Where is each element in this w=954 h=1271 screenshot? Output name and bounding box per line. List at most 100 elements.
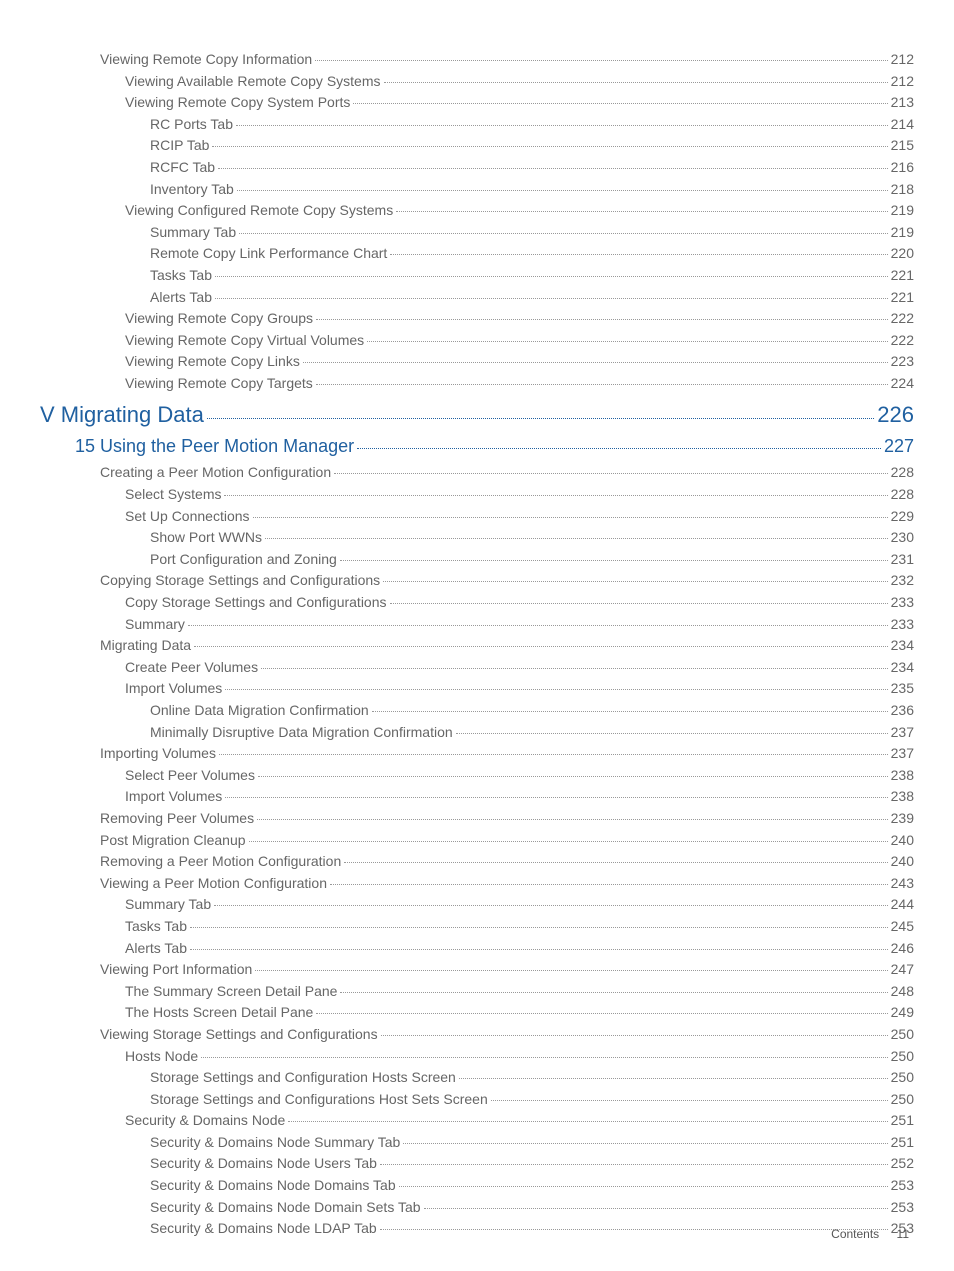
- toc-entry[interactable]: Migrating Data 234: [40, 636, 914, 656]
- toc-entry-page: 251: [891, 1111, 914, 1131]
- toc-entry[interactable]: Select Systems228: [40, 485, 914, 505]
- toc-entry[interactable]: Copying Storage Settings and Configurati…: [40, 571, 914, 591]
- toc-entry-title: Summary Tab: [125, 895, 211, 915]
- toc-entry-title: Viewing Storage Settings and Configurati…: [100, 1025, 378, 1045]
- toc-entry-title: Viewing Remote Copy Virtual Volumes: [125, 331, 364, 351]
- toc-entry[interactable]: Inventory Tab 218: [40, 180, 914, 200]
- toc-entry[interactable]: The Hosts Screen Detail Pane249: [40, 1003, 914, 1023]
- toc-entry-title: RC Ports Tab: [150, 115, 233, 135]
- toc-leader-dots: [253, 517, 888, 518]
- toc-entry-title: Inventory Tab: [150, 180, 234, 200]
- toc-entry[interactable]: Summary Tab 244: [40, 895, 914, 915]
- toc-entry[interactable]: Security & Domains Node Users Tab252: [40, 1154, 914, 1174]
- toc-entry[interactable]: Summary Tab219: [40, 223, 914, 243]
- toc-entry[interactable]: Post Migration Cleanup 240: [40, 831, 914, 851]
- toc-entry-title: Viewing Configured Remote Copy Systems: [125, 201, 393, 221]
- toc-entry-page: 247: [891, 960, 914, 980]
- toc-entry[interactable]: Set Up Connections229: [40, 507, 914, 527]
- toc-entry[interactable]: Viewing Remote Copy Virtual Volumes222: [40, 331, 914, 351]
- toc-entry-page: 250: [891, 1047, 914, 1067]
- toc-entry[interactable]: V Migrating Data226: [40, 400, 914, 431]
- toc-entry[interactable]: Viewing Port Information247: [40, 960, 914, 980]
- toc-entry[interactable]: Security & Domains Node Domain Sets Tab2…: [40, 1198, 914, 1218]
- toc-leader-dots: [224, 495, 887, 496]
- toc-entry[interactable]: Viewing Remote Copy Targets224: [40, 374, 914, 394]
- toc-entry[interactable]: Viewing Remote Copy Groups222: [40, 309, 914, 329]
- toc-entry-title: Hosts Node: [125, 1047, 198, 1067]
- toc-entry[interactable]: Import Volumes238: [40, 787, 914, 807]
- toc-entry[interactable]: Port Configuration and Zoning231: [40, 550, 914, 570]
- toc-entry[interactable]: Alerts Tab246: [40, 939, 914, 959]
- toc-entry[interactable]: Online Data Migration Confirmation236: [40, 701, 914, 721]
- toc-entry[interactable]: Show Port WWNs230: [40, 528, 914, 548]
- toc-entry-page: 219: [891, 201, 914, 221]
- toc-entry-page: 240: [891, 852, 914, 872]
- toc-entry-page: 234: [891, 658, 914, 678]
- toc-entry[interactable]: Remote Copy Link Performance Chart220: [40, 244, 914, 264]
- toc-leader-dots: [381, 1035, 888, 1036]
- toc-entry[interactable]: RC Ports Tab214: [40, 115, 914, 135]
- toc-entry[interactable]: The Summary Screen Detail Pane248: [40, 982, 914, 1002]
- toc-entry[interactable]: Create Peer Volumes234: [40, 658, 914, 678]
- toc-leader-dots: [316, 384, 888, 385]
- toc-entry-title: The Summary Screen Detail Pane: [125, 982, 337, 1002]
- toc-entry-page: 215: [891, 136, 914, 156]
- toc-entry[interactable]: Minimally Disruptive Data Migration Conf…: [40, 723, 914, 743]
- toc-entry-page: 250: [891, 1025, 914, 1045]
- toc-entry-page: 228: [891, 463, 914, 483]
- toc-entry[interactable]: Viewing Remote Copy System Ports213: [40, 93, 914, 113]
- toc-entry[interactable]: Viewing Available Remote Copy Systems212: [40, 72, 914, 92]
- toc-entry-title: Storage Settings and Configurations Host…: [150, 1090, 488, 1110]
- toc-entry[interactable]: Security & Domains Node Summary Tab251: [40, 1133, 914, 1153]
- toc-leader-dots: [316, 1013, 887, 1014]
- toc-entry[interactable]: Viewing Remote Copy Links223: [40, 352, 914, 372]
- toc-leader-dots: [258, 776, 888, 777]
- toc-entry-page: 244: [891, 895, 914, 915]
- toc-entry-title: Viewing Remote Copy System Ports: [125, 93, 350, 113]
- toc-entry[interactable]: Security & Domains Node251: [40, 1111, 914, 1131]
- toc-entry-page: 235: [891, 679, 914, 699]
- toc-entry[interactable]: Storage Settings and Configurations Host…: [40, 1090, 914, 1110]
- toc-leader-dots: [383, 581, 887, 582]
- toc-entry[interactable]: Tasks Tab221: [40, 266, 914, 286]
- toc-entry[interactable]: Viewing Configured Remote Copy Systems 21…: [40, 201, 914, 221]
- toc-entry[interactable]: Removing a Peer Motion Configuration 240: [40, 852, 914, 872]
- toc-entry[interactable]: Creating a Peer Motion Configuration228: [40, 463, 914, 483]
- toc-entry[interactable]: Hosts Node 250: [40, 1047, 914, 1067]
- toc-entry[interactable]: Summary233: [40, 615, 914, 635]
- toc-entry-title: Removing Peer Volumes: [100, 809, 254, 829]
- toc-entry-title: Viewing Remote Copy Links: [125, 352, 300, 372]
- toc-entry-page: 243: [891, 874, 914, 894]
- toc-entry[interactable]: Viewing Remote Copy Information212: [40, 50, 914, 70]
- toc-entry-title: Alerts Tab: [125, 939, 187, 959]
- toc-entry[interactable]: Tasks Tab245: [40, 917, 914, 937]
- toc-leader-dots: [340, 992, 887, 993]
- toc-entry[interactable]: RCIP Tab215: [40, 136, 914, 156]
- toc-entry[interactable]: Security & Domains Node Domains Tab253: [40, 1176, 914, 1196]
- toc-entry[interactable]: Select Peer Volumes238: [40, 766, 914, 786]
- toc-entry[interactable]: Importing Volumes237: [40, 744, 914, 764]
- toc-leader-dots: [399, 1186, 888, 1187]
- toc-leader-dots: [344, 862, 887, 863]
- toc-entry[interactable]: Storage Settings and Configuration Hosts…: [40, 1068, 914, 1088]
- toc-entry[interactable]: Viewing Storage Settings and Configurati…: [40, 1025, 914, 1045]
- toc-entry[interactable]: Copy Storage Settings and Configurations…: [40, 593, 914, 613]
- toc-leader-dots: [188, 625, 888, 626]
- toc-entry[interactable]: 15 Using the Peer Motion Manager227: [40, 434, 914, 459]
- toc-entry-page: 238: [891, 787, 914, 807]
- toc-entry[interactable]: Security & Domains Node LDAP Tab253: [40, 1219, 914, 1239]
- toc-leader-dots: [261, 668, 888, 669]
- toc-entry-title: Show Port WWNs: [150, 528, 262, 548]
- toc-entry-title: Select Systems: [125, 485, 221, 505]
- toc-entry[interactable]: Removing Peer Volumes 239: [40, 809, 914, 829]
- toc-entry-page: 218: [891, 180, 914, 200]
- toc-entry[interactable]: Import Volumes235: [40, 679, 914, 699]
- toc-entry[interactable]: RCFC Tab216: [40, 158, 914, 178]
- toc-entry-page: 219: [891, 223, 914, 243]
- toc-entry[interactable]: Alerts Tab221: [40, 288, 914, 308]
- toc-leader-dots: [353, 103, 887, 104]
- toc-entry-title: The Hosts Screen Detail Pane: [125, 1003, 313, 1023]
- toc-entry-page: 220: [891, 244, 914, 264]
- toc-entry-title: Security & Domains Node Domains Tab: [150, 1176, 396, 1196]
- toc-entry[interactable]: Viewing a Peer Motion Configuration243: [40, 874, 914, 894]
